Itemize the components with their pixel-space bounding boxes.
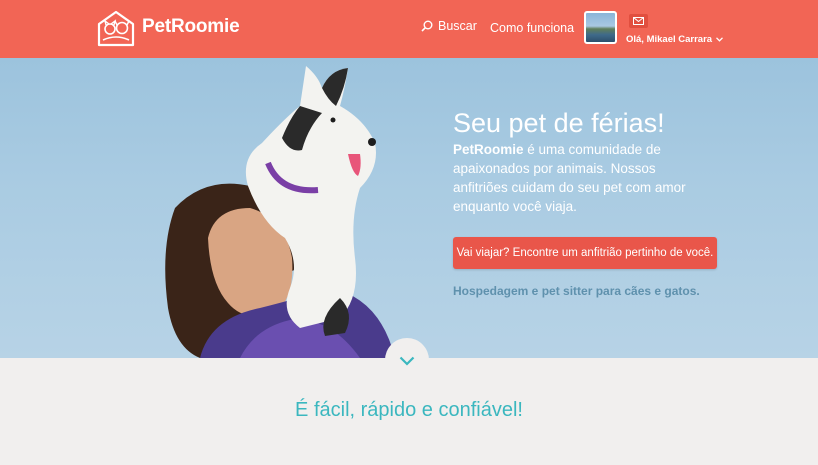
find-host-button[interactable]: Vai viajar? Encontre um anfitrião pertin… — [453, 237, 717, 269]
user-greeting: Olá, Mikael Carrara — [626, 34, 713, 45]
section-title: É fácil, rápido e confiável! — [295, 399, 523, 421]
hero-photo-woman-with-dog — [165, 66, 395, 358]
hero-description: PetRoomie é uma comunidade de apaixonado… — [453, 140, 693, 216]
search-icon — [421, 20, 433, 32]
hero-description-brand: PetRoomie — [453, 142, 524, 157]
search-link[interactable]: Buscar — [421, 19, 477, 33]
chevron-down-icon — [716, 37, 724, 42]
user-menu[interactable]: Olá, Mikael Carrara — [626, 34, 724, 45]
mail-icon — [633, 17, 644, 25]
hero-title: Seu pet de férias! — [453, 108, 665, 138]
hero-subtitle: Hospedagem e pet sitter para cães e gato… — [453, 284, 700, 298]
how-it-works-link[interactable]: Como funciona — [490, 21, 574, 35]
hero-banner: Seu pet de férias! PetRoomie é uma comun… — [0, 58, 818, 358]
search-link-label: Buscar — [438, 19, 477, 33]
brand-name[interactable]: PetRoomie — [142, 16, 240, 38]
house-pets-logo[interactable] — [97, 10, 135, 47]
scroll-down-button[interactable] — [385, 338, 429, 382]
chevron-down-icon — [399, 356, 415, 366]
avatar[interactable] — [584, 11, 617, 44]
top-nav-bar: PetRoomie Buscar Como funciona Olá, Mika… — [0, 0, 818, 58]
messages-button[interactable] — [629, 14, 648, 28]
